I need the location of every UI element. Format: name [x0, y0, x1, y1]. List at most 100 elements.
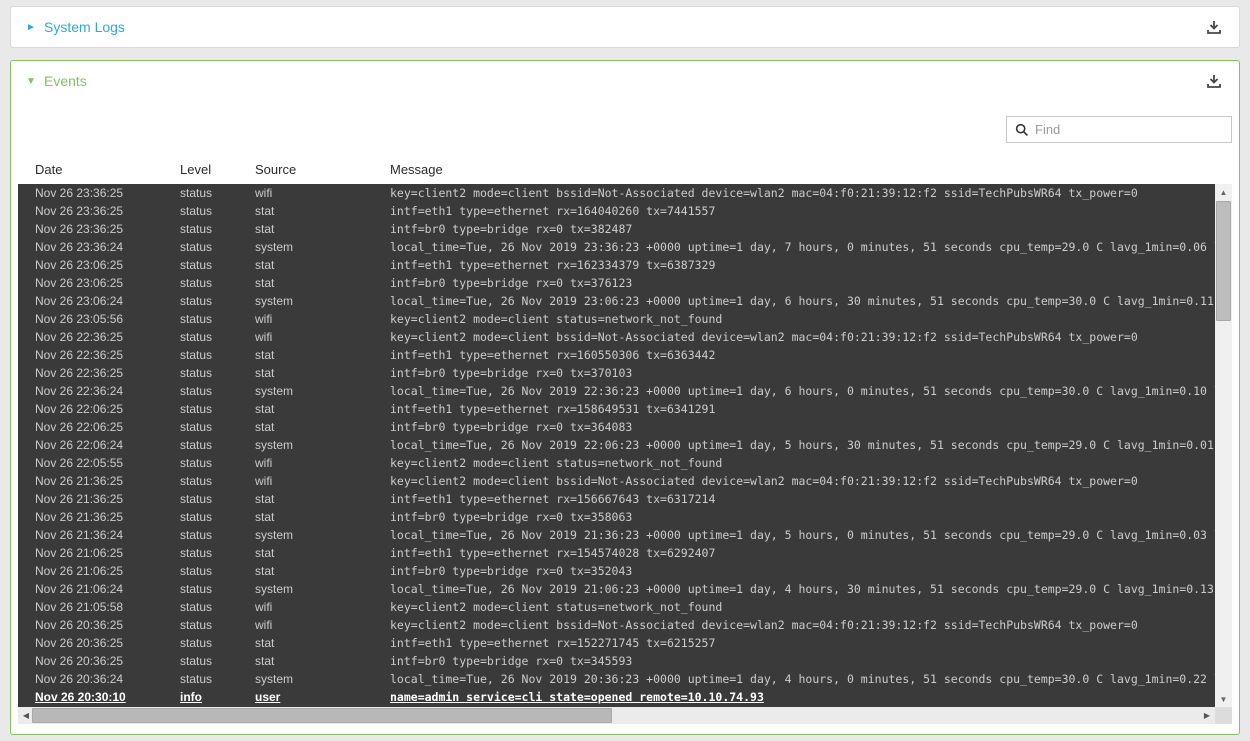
- log-cell-level: status: [180, 562, 255, 580]
- scrollbar-corner: [1215, 707, 1232, 724]
- log-cell-source: stat: [255, 418, 390, 436]
- log-cell-level: status: [180, 652, 255, 670]
- log-cell-level: status: [180, 670, 255, 688]
- log-row[interactable]: Nov 26 21:06:25statusstatintf=eth1 type=…: [18, 544, 1215, 562]
- log-cell-msg: key=client2 mode=client bssid=Not-Associ…: [390, 184, 1215, 202]
- log-cell-level: status: [180, 382, 255, 400]
- log-cell-level: info: [180, 688, 255, 706]
- scroll-down-icon[interactable]: ▼: [1215, 691, 1232, 707]
- column-headers: Date Level Source Message: [18, 153, 1232, 177]
- system-logs-panel-header[interactable]: ► System Logs: [11, 7, 1239, 47]
- system-logs-title: System Logs: [44, 19, 125, 35]
- log-cell-source: stat: [255, 346, 390, 364]
- log-cell-source: wifi: [255, 310, 390, 328]
- log-cell-level: status: [180, 220, 255, 238]
- events-panel-header[interactable]: ▼ Events: [11, 61, 1239, 101]
- column-header-message: Message: [390, 162, 1232, 177]
- log-row[interactable]: Nov 26 22:36:25statusstatintf=br0 type=b…: [18, 364, 1215, 382]
- log-row[interactable]: Nov 26 20:36:24statussystemlocal_time=Tu…: [18, 670, 1215, 688]
- log-row[interactable]: Nov 26 22:36:25statuswifikey=client2 mod…: [18, 328, 1215, 346]
- log-row[interactable]: Nov 26 20:36:25statuswifikey=client2 mod…: [18, 616, 1215, 634]
- collapse-caret-icon: ▼: [26, 76, 44, 87]
- scroll-up-icon[interactable]: ▲: [1215, 184, 1232, 200]
- log-cell-source: system: [255, 292, 390, 310]
- log-row[interactable]: Nov 26 21:36:24statussystemlocal_time=Tu…: [18, 526, 1215, 544]
- system-logs-panel: ► System Logs: [10, 6, 1240, 48]
- log-row[interactable]: Nov 26 21:05:58statuswifikey=client2 mod…: [18, 598, 1215, 616]
- log-row[interactable]: Nov 26 21:36:25statuswifikey=client2 mod…: [18, 472, 1215, 490]
- events-panel: ▼ Events Date Level Source Message Nov 2…: [10, 60, 1240, 735]
- log-cell-msg: key=client2 mode=client status=network_n…: [390, 598, 1215, 616]
- log-row[interactable]: Nov 26 20:36:25statusstatintf=eth1 type=…: [18, 634, 1215, 652]
- system-logs-download-button[interactable]: [1204, 17, 1224, 37]
- log-row[interactable]: Nov 26 20:36:25statusstatintf=br0 type=b…: [18, 652, 1215, 670]
- log-cell-msg: local_time=Tue, 26 Nov 2019 23:06:23 +00…: [390, 292, 1215, 310]
- horizontal-scrollbar-thumb[interactable]: [32, 708, 612, 723]
- log-cell-msg: local_time=Tue, 26 Nov 2019 22:36:23 +00…: [390, 382, 1215, 400]
- log-cell-date: Nov 26 21:06:24: [35, 580, 180, 598]
- events-body: Date Level Source Message Nov 26 23:36:2…: [11, 116, 1239, 724]
- log-cell-source: stat: [255, 220, 390, 238]
- column-header-source: Source: [255, 162, 390, 177]
- log-row[interactable]: Nov 26 23:06:24statussystemlocal_time=Tu…: [18, 292, 1215, 310]
- log-row[interactable]: Nov 26 23:36:24statussystemlocal_time=Tu…: [18, 238, 1215, 256]
- log-cell-level: status: [180, 292, 255, 310]
- log-cell-date: Nov 26 23:36:25: [35, 220, 180, 238]
- log-cell-msg: intf=eth1 type=ethernet rx=156667643 tx=…: [390, 490, 1215, 508]
- horizontal-scrollbar-row: ◀ ▶: [18, 707, 1232, 724]
- log-cell-source: stat: [255, 202, 390, 220]
- log-row[interactable]: Nov 26 23:05:56statuswifikey=client2 mod…: [18, 310, 1215, 328]
- log-row[interactable]: Nov 26 23:36:25statusstatintf=eth1 type=…: [18, 202, 1215, 220]
- find-input[interactable]: [1035, 122, 1223, 137]
- log-row[interactable]: Nov 26 21:06:25statusstatintf=br0 type=b…: [18, 562, 1215, 580]
- log-cell-source: wifi: [255, 184, 390, 202]
- log-row[interactable]: Nov 26 21:36:25statusstatintf=br0 type=b…: [18, 508, 1215, 526]
- log-cell-level: status: [180, 346, 255, 364]
- log-row[interactable]: Nov 26 20:30:10infousername=admin servic…: [18, 688, 1215, 706]
- log-row[interactable]: Nov 26 21:06:24statussystemlocal_time=Tu…: [18, 580, 1215, 598]
- log-cell-msg: intf=eth1 type=ethernet rx=164040260 tx=…: [390, 202, 1215, 220]
- log-row[interactable]: Nov 26 21:36:25statusstatintf=eth1 type=…: [18, 490, 1215, 508]
- column-header-date: Date: [35, 162, 180, 177]
- download-icon: [1206, 73, 1222, 89]
- log-row[interactable]: Nov 26 22:36:25statusstatintf=eth1 type=…: [18, 346, 1215, 364]
- column-header-level: Level: [180, 162, 255, 177]
- log-cell-msg: key=client2 mode=client status=network_n…: [390, 310, 1215, 328]
- log-cell-date: Nov 26 21:06:25: [35, 562, 180, 580]
- log-cell-source: stat: [255, 364, 390, 382]
- horizontal-scrollbar[interactable]: ◀ ▶: [18, 707, 1215, 724]
- download-icon: [1206, 19, 1222, 35]
- log-row[interactable]: Nov 26 22:36:24statussystemlocal_time=Tu…: [18, 382, 1215, 400]
- log-cell-msg: intf=br0 type=bridge rx=0 tx=352043: [390, 562, 1215, 580]
- log-row[interactable]: Nov 26 23:06:25statusstatintf=eth1 type=…: [18, 256, 1215, 274]
- log-cell-msg: intf=eth1 type=ethernet rx=152271745 tx=…: [390, 634, 1215, 652]
- log-cell-date: Nov 26 20:30:10: [35, 688, 180, 706]
- log-cell-source: wifi: [255, 454, 390, 472]
- log-row[interactable]: Nov 26 22:06:25statusstatintf=eth1 type=…: [18, 400, 1215, 418]
- vertical-scrollbar-thumb[interactable]: [1216, 201, 1231, 321]
- vertical-scrollbar[interactable]: ▲ ▼: [1215, 184, 1232, 707]
- log-row[interactable]: Nov 26 22:06:24statussystemlocal_time=Tu…: [18, 436, 1215, 454]
- log-row[interactable]: Nov 26 22:05:55statuswifikey=client2 mod…: [18, 454, 1215, 472]
- log-cell-date: Nov 26 22:36:25: [35, 346, 180, 364]
- events-download-button[interactable]: [1204, 71, 1224, 91]
- log-cell-date: Nov 26 21:05:58: [35, 598, 180, 616]
- log-cell-level: status: [180, 256, 255, 274]
- log-cell-source: wifi: [255, 328, 390, 346]
- log-row[interactable]: Nov 26 23:36:25statuswifikey=client2 mod…: [18, 184, 1215, 202]
- log-cell-level: status: [180, 616, 255, 634]
- find-box: [1006, 116, 1232, 143]
- log-cell-source: stat: [255, 490, 390, 508]
- scroll-right-icon[interactable]: ▶: [1199, 707, 1215, 724]
- log-cell-date: Nov 26 22:06:25: [35, 400, 180, 418]
- log-cell-source: stat: [255, 634, 390, 652]
- log-cell-date: Nov 26 22:06:25: [35, 418, 180, 436]
- log-row[interactable]: Nov 26 23:06:25statusstatintf=br0 type=b…: [18, 274, 1215, 292]
- log-cell-date: Nov 26 21:06:25: [35, 544, 180, 562]
- log-cell-source: user: [255, 688, 390, 706]
- log-cell-date: Nov 26 23:36:25: [35, 202, 180, 220]
- log-cell-level: status: [180, 508, 255, 526]
- log-row[interactable]: Nov 26 23:36:25statusstatintf=br0 type=b…: [18, 220, 1215, 238]
- log-row[interactable]: Nov 26 22:06:25statusstatintf=br0 type=b…: [18, 418, 1215, 436]
- log-rows: Nov 26 23:36:25statuswifikey=client2 mod…: [18, 184, 1215, 707]
